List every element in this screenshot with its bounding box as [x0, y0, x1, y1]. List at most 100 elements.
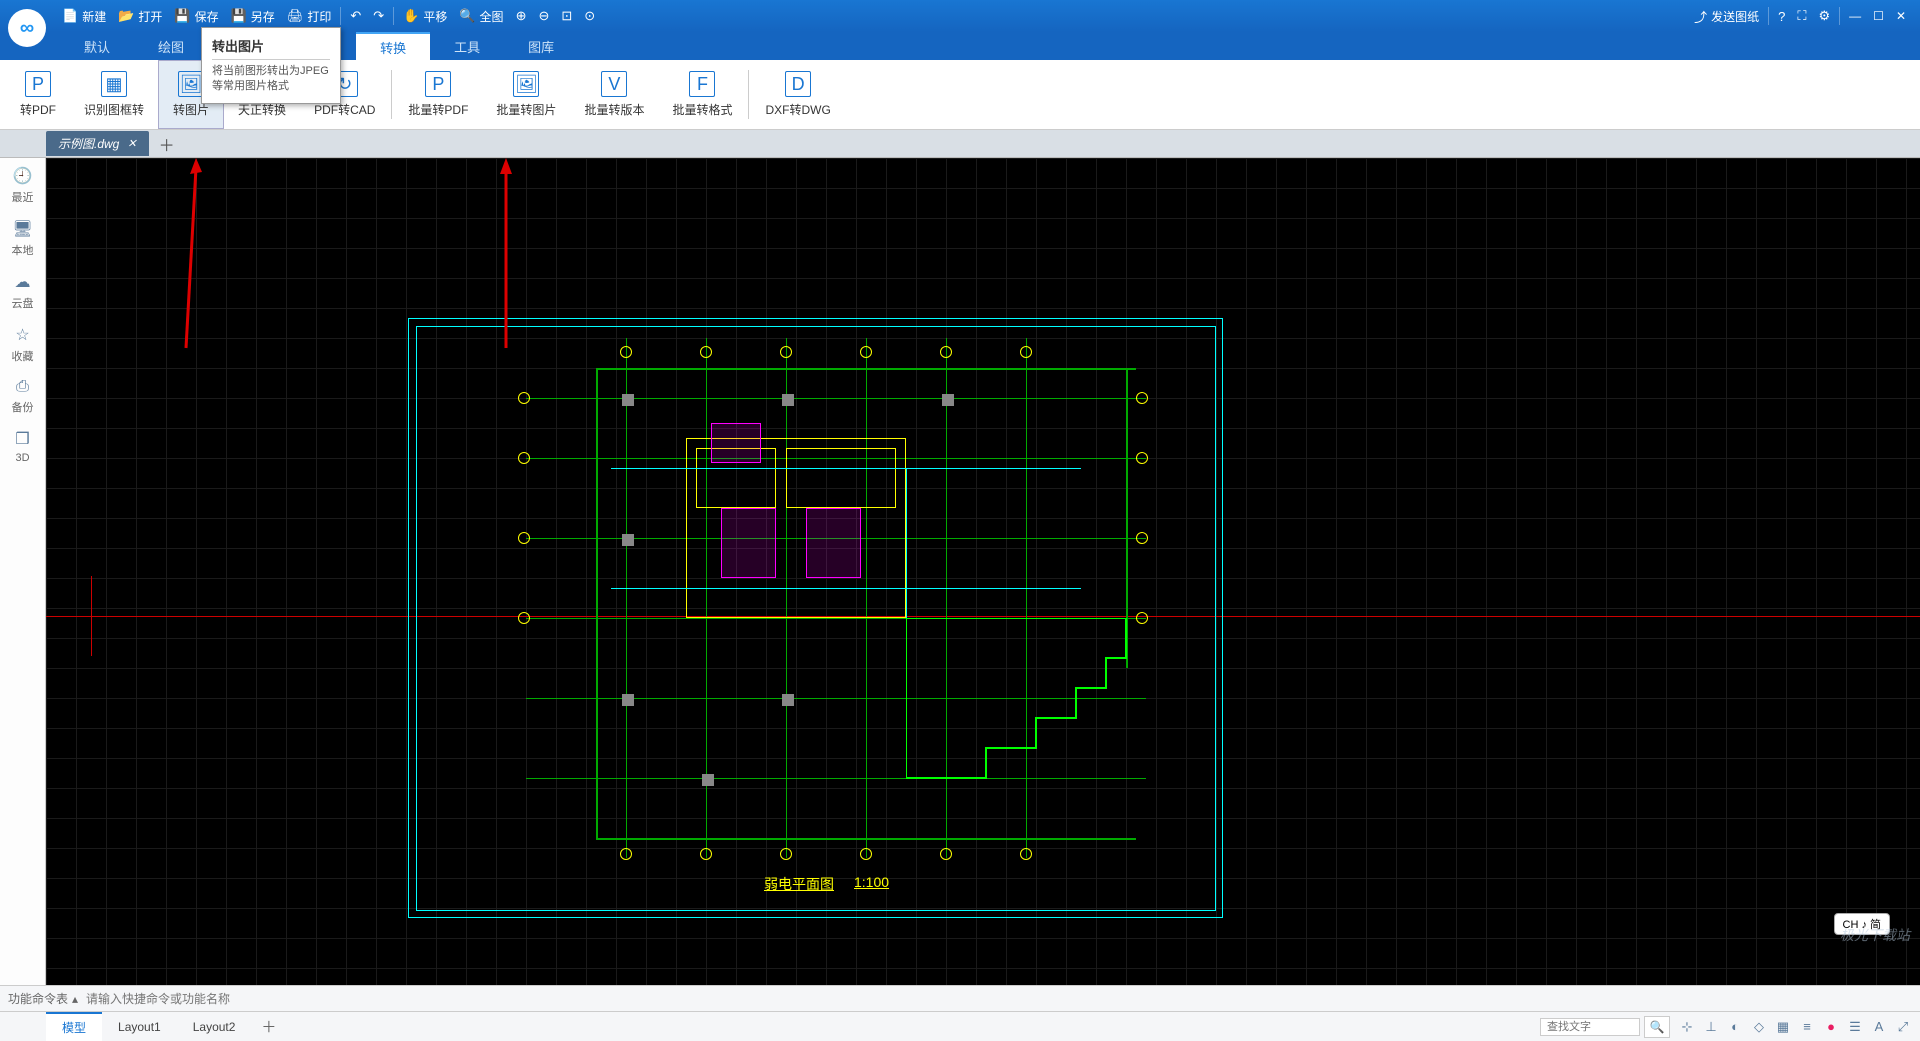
- add-tab-button[interactable]: ＋: [159, 132, 175, 156]
- grid-icon[interactable]: ▦: [1774, 1018, 1792, 1036]
- clock-icon: 🕘: [13, 166, 33, 186]
- settings-button[interactable]: ⚙: [1813, 8, 1837, 24]
- tab-layout2[interactable]: Layout2: [177, 1015, 252, 1039]
- status-icons: ⊹ ⊥ ◐ ◇ ▦ ≡ ● ☰ A ⤢: [1678, 1018, 1920, 1036]
- zoom-extents-icon: ⊙: [584, 8, 595, 24]
- pdf-icon: P: [25, 71, 51, 97]
- command-label[interactable]: 功能命令表 ▴: [8, 990, 78, 1007]
- sidebar-3d[interactable]: ❒3D: [15, 429, 29, 464]
- monitor-icon: 🖥: [12, 219, 32, 239]
- zoom-window-icon: ⊡: [561, 8, 572, 24]
- to-image-button[interactable]: 🖼 转图片 转出图片 将当前图形转出为JPEG等常用图片格式: [158, 60, 224, 129]
- pan-button[interactable]: ✋平移: [397, 8, 453, 25]
- zoom-window-button[interactable]: ⊡: [555, 8, 578, 24]
- zoom-button[interactable]: 🔍全图: [453, 8, 509, 25]
- batch-pdf-button[interactable]: P批量转PDF: [394, 60, 482, 129]
- undo-icon: ↶: [350, 8, 361, 24]
- open-icon: 📂: [118, 8, 134, 24]
- layer-icon[interactable]: ☰: [1846, 1018, 1864, 1036]
- search-input[interactable]: [1540, 1018, 1640, 1036]
- batch-ver-icon: V: [601, 71, 627, 97]
- zoom-extents-button[interactable]: ⊙: [578, 8, 601, 24]
- close-icon: ✕: [1896, 9, 1906, 23]
- scale-icon[interactable]: ⤢: [1894, 1018, 1912, 1036]
- backup-icon: ⎙: [16, 378, 29, 396]
- chevron-up-icon: ▴: [72, 992, 78, 1006]
- cube-icon: ❒: [15, 429, 29, 449]
- file-tab-bar: 示例图.dwg ✕ ＋: [0, 130, 1920, 158]
- share-icon: ⤴: [1694, 7, 1707, 26]
- snap-icon[interactable]: ⊹: [1678, 1018, 1696, 1036]
- add-layout-button[interactable]: ＋: [251, 1016, 286, 1037]
- send-drawing-button[interactable]: ⤴发送图纸: [1688, 7, 1765, 26]
- batch-version-button[interactable]: V批量转版本: [570, 60, 658, 129]
- drawing-title: 弱电平面图 1:100: [764, 874, 889, 894]
- sidebar-favorites[interactable]: ☆收藏: [12, 325, 34, 364]
- annotation-arrow-1: [166, 158, 206, 358]
- batch-format-button[interactable]: F批量转格式: [658, 60, 746, 129]
- tooltip-title: 转出图片: [212, 36, 330, 60]
- menu-convert[interactable]: 转换: [356, 32, 430, 60]
- menu-draw[interactable]: 绘图: [134, 32, 208, 60]
- command-bar: 功能命令表 ▴: [0, 985, 1920, 1011]
- tab-model[interactable]: 模型: [46, 1012, 102, 1041]
- app-logo: ∞: [8, 9, 46, 47]
- file-tab[interactable]: 示例图.dwg ✕: [46, 131, 149, 156]
- cloud-icon: ☁: [15, 272, 31, 292]
- file-tab-close[interactable]: ✕: [127, 137, 136, 150]
- save-button[interactable]: 💾保存: [168, 8, 224, 25]
- tooltip: 转出图片 将当前图形转出为JPEG等常用图片格式: [201, 27, 341, 104]
- saveas-button[interactable]: 💾另存: [225, 8, 281, 25]
- separator: [1839, 7, 1840, 25]
- drawing-canvas[interactable]: 弱电平面图 1:100 CH ♪ 简 极光下载站: [46, 158, 1920, 985]
- menu-library[interactable]: 图库: [504, 32, 578, 60]
- ribbon: P转PDF ▦识别图框转 🖼 转图片 转出图片 将当前图形转出为JPEG等常用图…: [0, 60, 1920, 130]
- sidebar-recent[interactable]: 🕘最近: [12, 166, 34, 205]
- command-input[interactable]: [86, 992, 1912, 1006]
- lineweight-icon[interactable]: ≡: [1798, 1018, 1816, 1036]
- menu-default[interactable]: 默认: [60, 32, 134, 60]
- sidebar-local[interactable]: 🖥本地: [12, 219, 34, 258]
- watermark: 极光下载站: [1840, 925, 1910, 945]
- batch-fmt-icon: F: [689, 71, 715, 97]
- open-button[interactable]: 📂打开: [112, 8, 168, 25]
- frame-recognize-button[interactable]: ▦识别图框转: [70, 60, 158, 129]
- sidebar-cloud[interactable]: ☁云盘: [12, 272, 34, 311]
- help-button[interactable]: ?: [1772, 9, 1791, 24]
- zoom-out-button[interactable]: ⊖: [532, 8, 555, 24]
- tab-layout1[interactable]: Layout1: [102, 1015, 177, 1039]
- ortho-icon[interactable]: ⊥: [1702, 1018, 1720, 1036]
- maximize-button[interactable]: ☐: [1867, 9, 1890, 23]
- star-icon: ☆: [15, 325, 29, 345]
- to-pdf-button[interactable]: P转PDF: [6, 60, 70, 129]
- tooltip-description: 将当前图形转出为JPEG等常用图片格式: [212, 64, 330, 95]
- dxf-to-dwg-button[interactable]: DDXF转DWG: [751, 60, 844, 129]
- sidebar-backup[interactable]: ⎙备份: [12, 378, 34, 415]
- separator: [393, 7, 394, 25]
- batch-image-button[interactable]: 🖼批量转图片: [482, 60, 570, 129]
- crosshair-vertical: [91, 576, 92, 656]
- zoom-in-button[interactable]: ⊕: [510, 8, 533, 24]
- fullscreen-button[interactable]: ⛶: [1791, 8, 1812, 24]
- redo-button[interactable]: ↷: [367, 8, 390, 24]
- separator: [340, 7, 341, 25]
- new-button[interactable]: 📄新建: [56, 8, 112, 25]
- save-icon: 💾: [174, 8, 190, 24]
- new-icon: 📄: [62, 8, 78, 24]
- close-button[interactable]: ✕: [1890, 9, 1912, 23]
- print-button[interactable]: 🖨打印: [281, 8, 338, 25]
- minimize-button[interactable]: —: [1843, 9, 1867, 23]
- osnap-icon[interactable]: ◇: [1750, 1018, 1768, 1036]
- outline-icon: [906, 618, 1136, 798]
- help-icon: ?: [1778, 9, 1785, 24]
- undo-button[interactable]: ↶: [344, 8, 367, 24]
- gear-icon: ⚙: [1819, 8, 1831, 24]
- search-button[interactable]: 🔍: [1644, 1016, 1670, 1038]
- menu-tools[interactable]: 工具: [430, 32, 504, 60]
- left-sidebar: 🕘最近 🖥本地 ☁云盘 ☆收藏 ⎙备份 ❒3D: [0, 158, 46, 985]
- zoom-in-icon: ⊕: [516, 8, 527, 24]
- annotation-icon[interactable]: A: [1870, 1018, 1888, 1036]
- batch-pdf-icon: P: [425, 71, 451, 97]
- polar-icon[interactable]: ◐: [1726, 1018, 1744, 1036]
- color-icon[interactable]: ●: [1822, 1018, 1840, 1036]
